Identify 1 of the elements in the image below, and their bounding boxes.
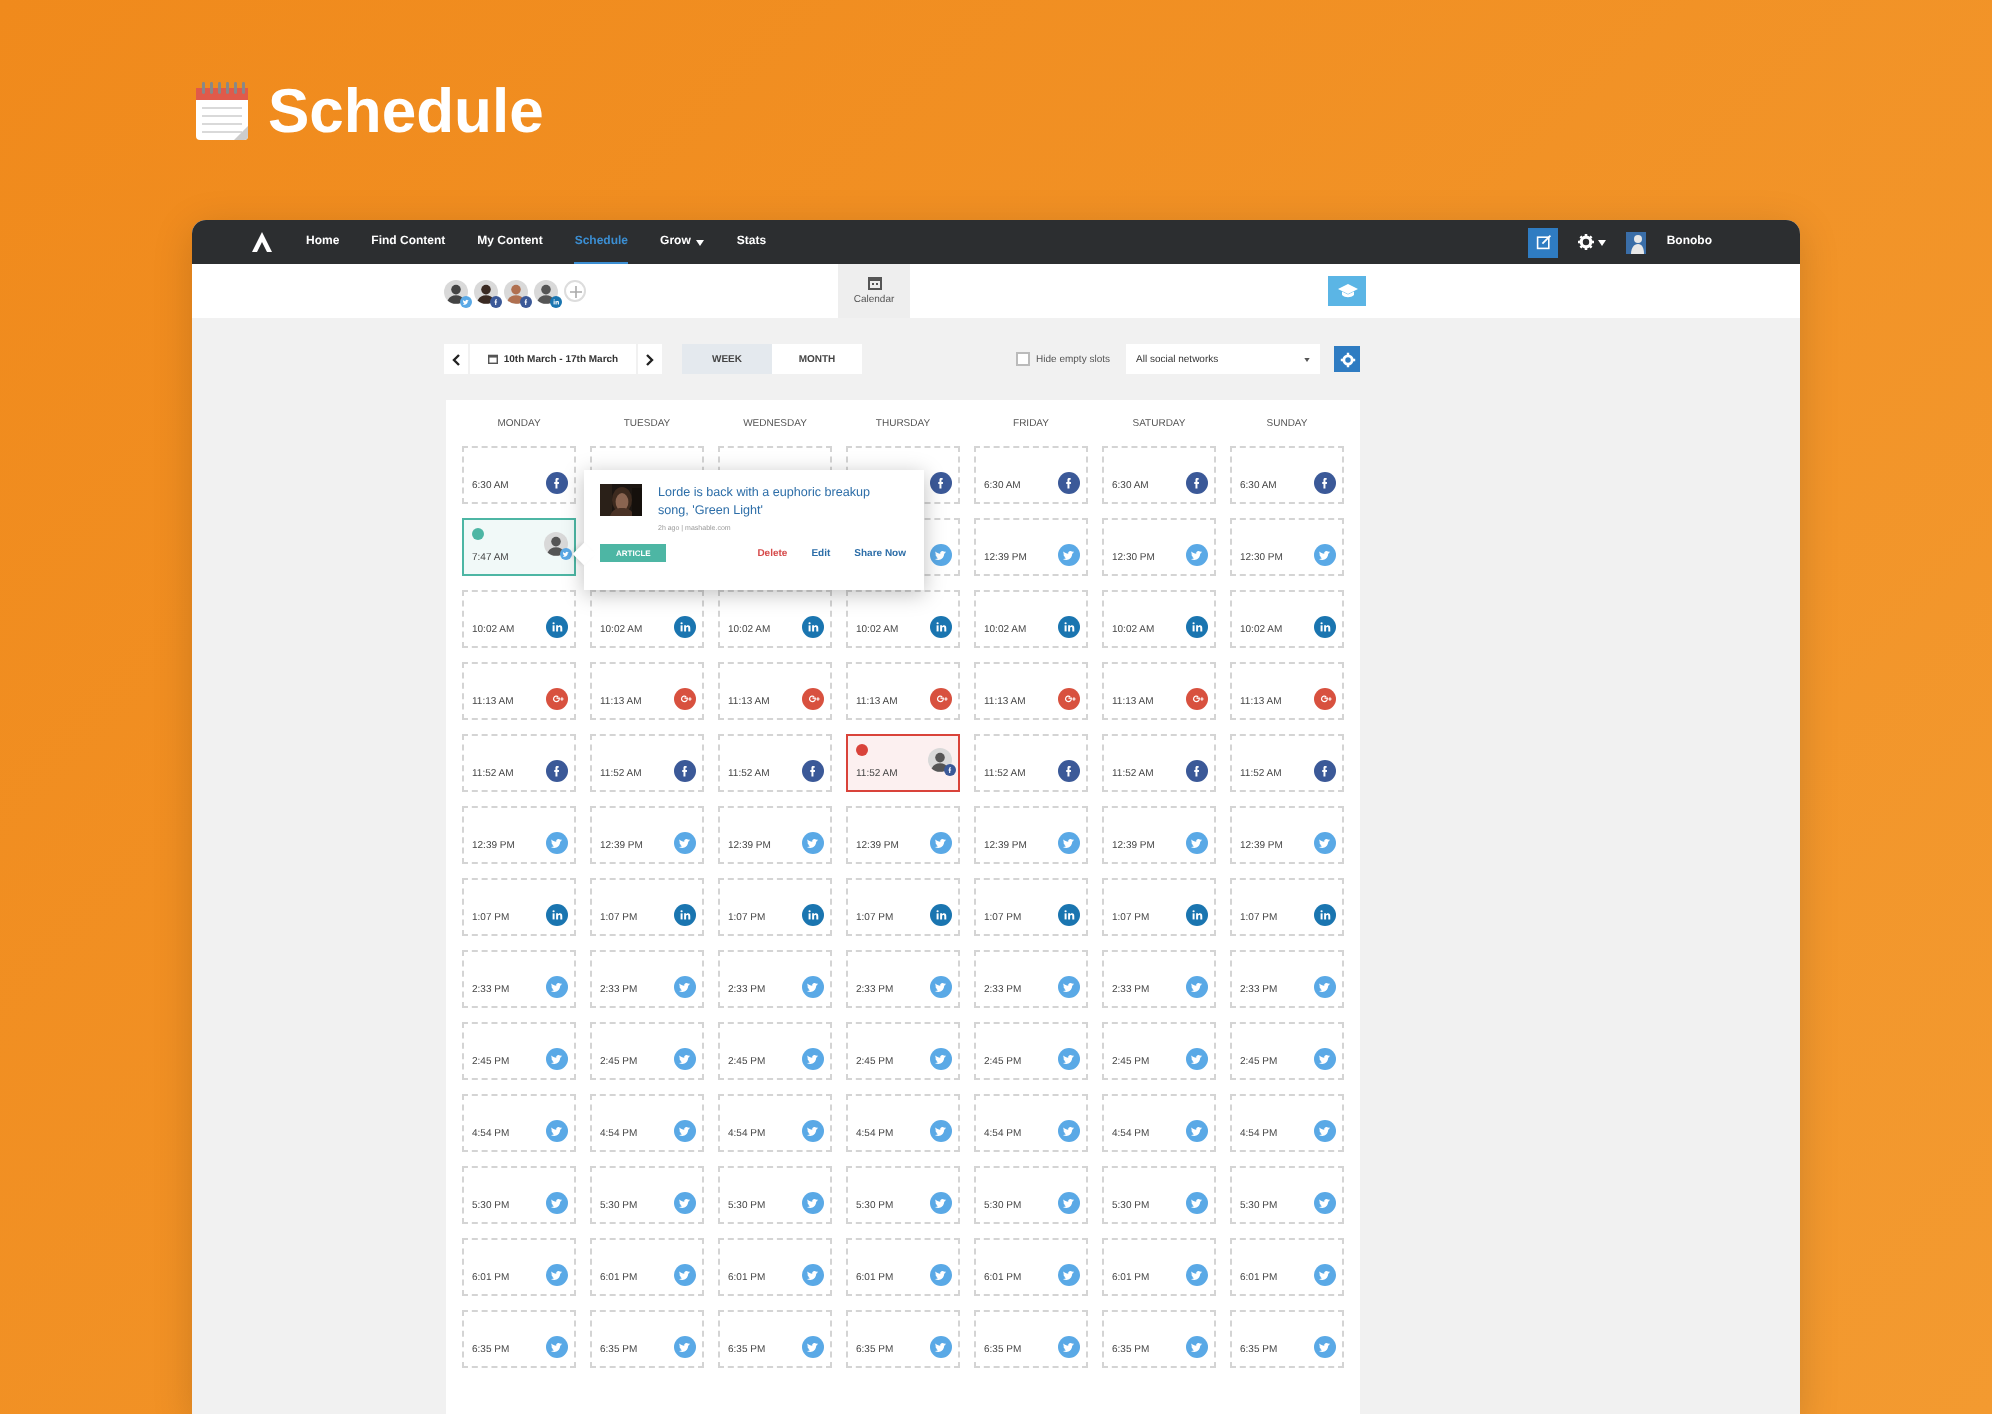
page-title: Schedule — [268, 76, 544, 148]
